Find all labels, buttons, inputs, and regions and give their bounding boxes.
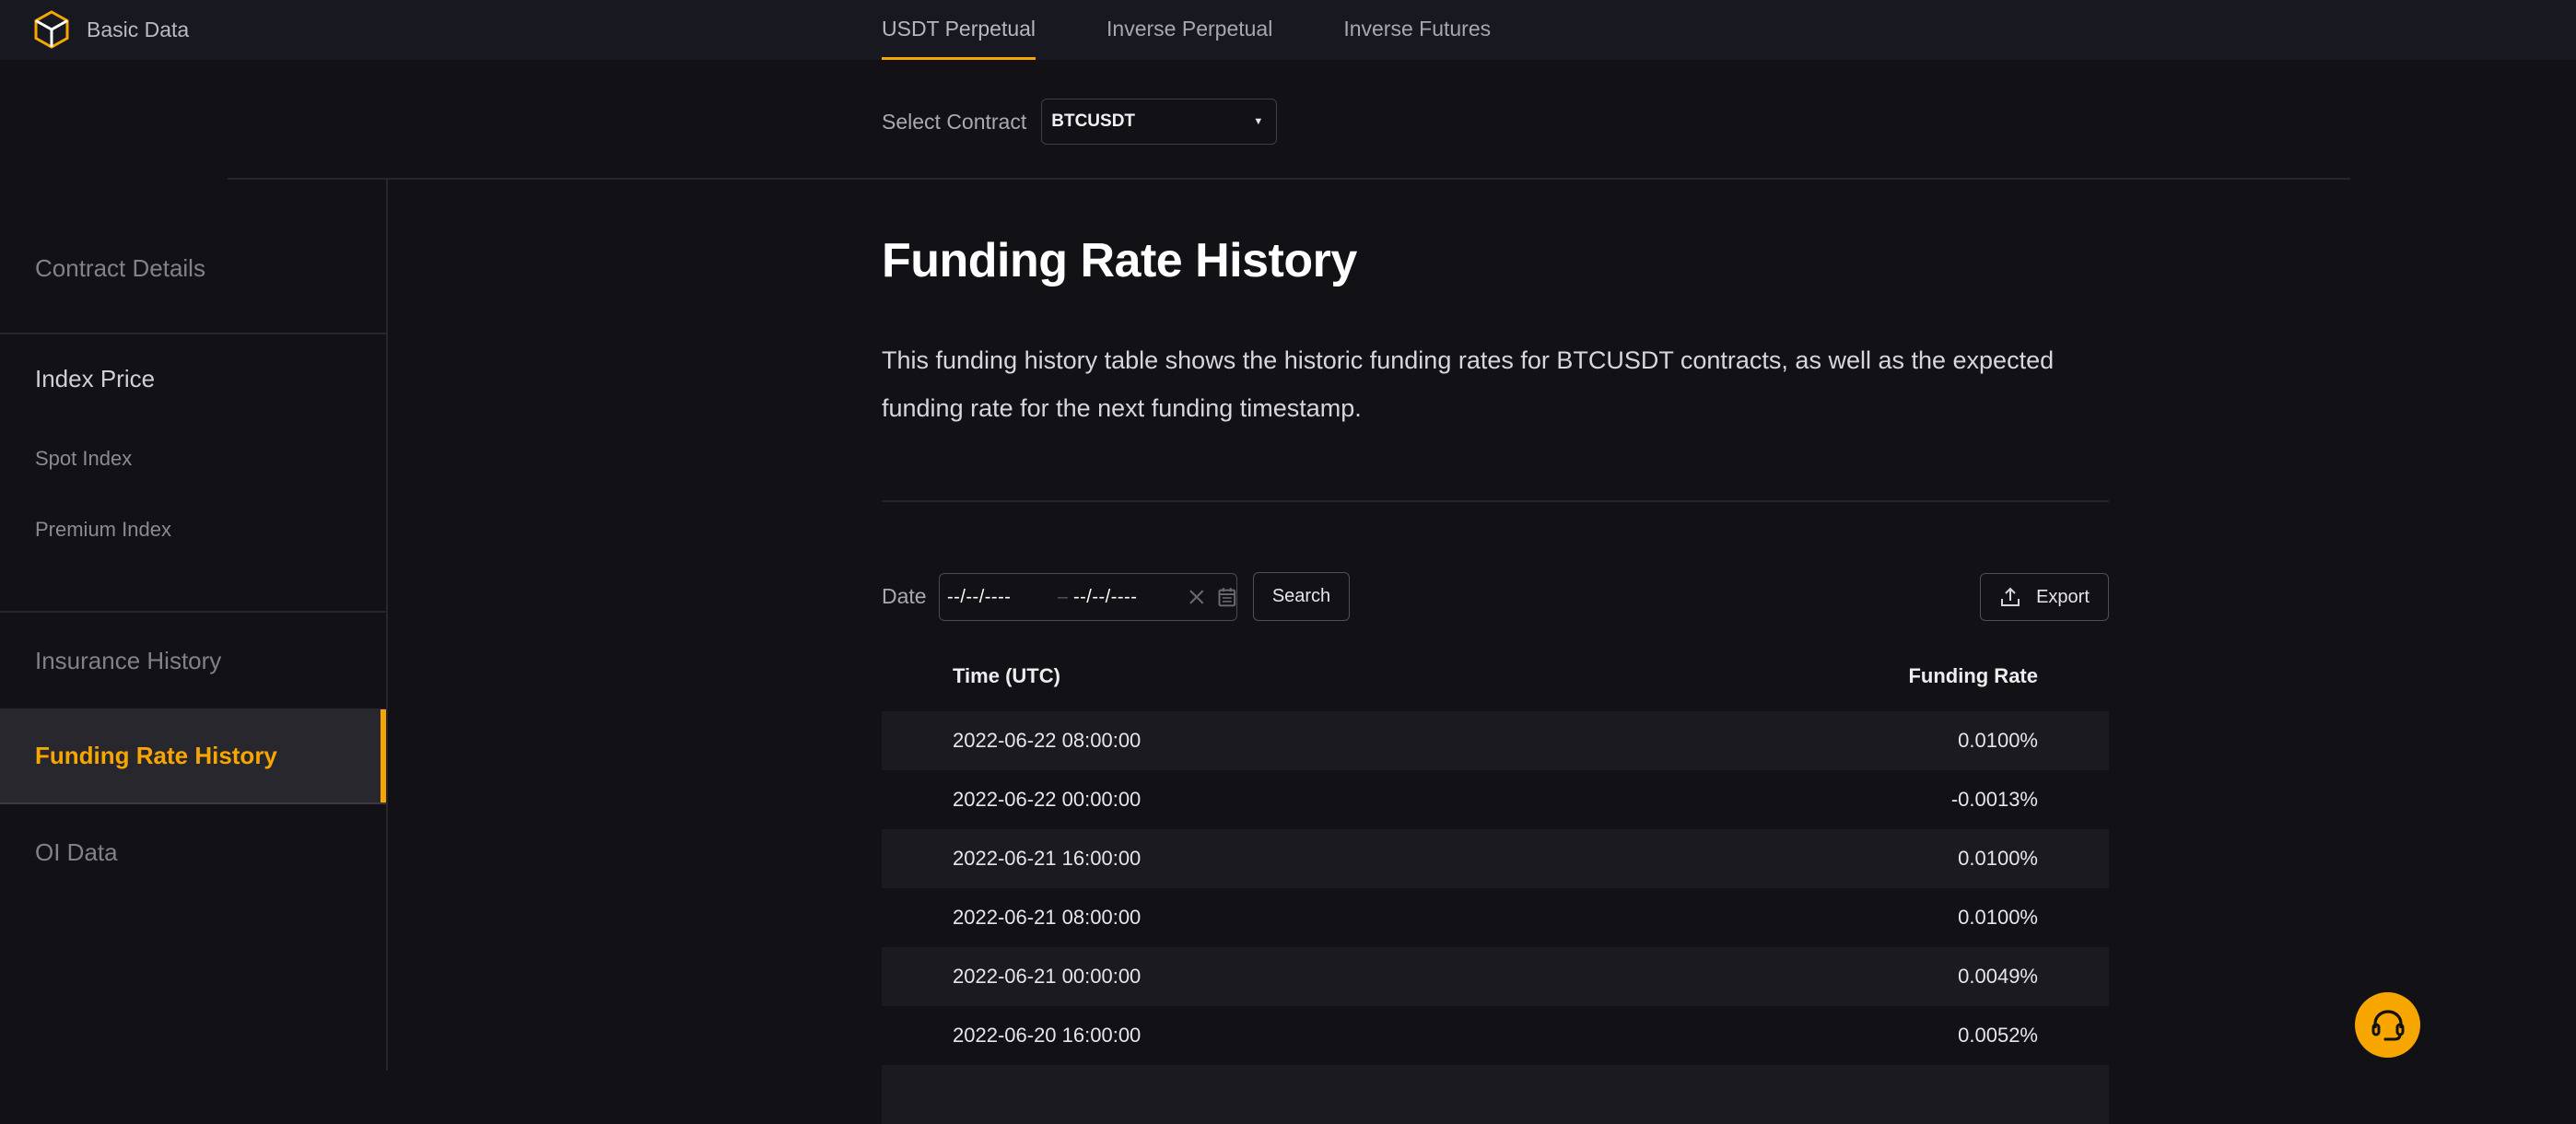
- brand-label: Basic Data: [87, 17, 190, 41]
- caret-down-icon: ▼: [1253, 116, 1264, 127]
- upload-icon: [2001, 587, 2020, 606]
- contract-selector-row: Select Contract BTCUSDT ▼: [882, 99, 1278, 145]
- table-row: 2022-06-20 16:00:00 0.0052%: [882, 1006, 2109, 1065]
- table-header: Time (UTC) Funding Rate: [882, 640, 2109, 711]
- table-row: 2022-06-21 16:00:00 0.0100%: [882, 829, 2109, 888]
- cell-time: 2022-06-21 08:00:00: [953, 906, 1142, 929]
- tab-inverse-perpetual[interactable]: Inverse Perpetual: [1107, 0, 1272, 60]
- headset-icon: [2371, 1009, 2404, 1040]
- cube-logo-icon: [34, 10, 69, 49]
- top-bar: Basic Data USDT Perpetual Inverse Perpet…: [0, 0, 2576, 60]
- tab-inverse-futures[interactable]: Inverse Futures: [1343, 0, 1491, 60]
- cell-funding-rate: 0.0100%: [1958, 729, 2038, 752]
- contract-select-value: BTCUSDT: [1051, 111, 1136, 131]
- cell-time: 2022-06-21 16:00:00: [953, 847, 1142, 870]
- sidebar-item-insurance-history[interactable]: Insurance History: [0, 613, 386, 708]
- table-row: 2022-06-22 08:00:00 0.0100%: [882, 711, 2109, 770]
- filter-row: Date --/--/---- – --/--/---- Search Expo…: [882, 571, 2109, 621]
- cell-time: 2022-06-22 00:00:00: [953, 788, 1142, 811]
- cell-time: 2022-06-22 08:00:00: [953, 729, 1142, 752]
- page-title: Funding Rate History: [882, 234, 1357, 287]
- sidebar-item-oi-data[interactable]: OI Data: [0, 804, 386, 900]
- end-date-input[interactable]: --/--/----: [1073, 587, 1180, 608]
- search-button[interactable]: Search: [1253, 572, 1350, 621]
- export-button[interactable]: Export: [1980, 573, 2109, 621]
- sidebar-item-premium-index[interactable]: Premium Index: [0, 494, 386, 565]
- cell-time: 2022-06-21 00:00:00: [953, 965, 1142, 988]
- column-header-time: Time (UTC): [953, 663, 1060, 687]
- table-row: [882, 1065, 2109, 1124]
- cell-time: 2022-06-20 16:00:00: [953, 1024, 1142, 1047]
- sidebar-group-contract: Contract Details: [0, 180, 386, 334]
- date-separator: –: [1057, 586, 1068, 607]
- export-label: Export: [2036, 586, 2090, 607]
- contract-select[interactable]: BTCUSDT ▼: [1041, 99, 1278, 145]
- sidebar: Contract Details Index Price Spot Index …: [0, 180, 388, 1071]
- sidebar-item-contract-details[interactable]: Contract Details: [0, 180, 386, 333]
- table-body: 2022-06-22 08:00:00 0.0100% 2022-06-22 0…: [882, 711, 2109, 1124]
- column-header-funding-rate: Funding Rate: [1908, 663, 2038, 687]
- sidebar-item-spot-index[interactable]: Spot Index: [0, 423, 386, 494]
- clear-icon[interactable]: [1188, 588, 1206, 606]
- sidebar-item-index-price[interactable]: Index Price: [0, 334, 386, 423]
- cell-funding-rate: 0.0049%: [1958, 965, 2038, 988]
- sidebar-item-funding-rate-history[interactable]: Funding Rate History: [0, 708, 386, 804]
- cell-funding-rate: 0.0052%: [1958, 1024, 2038, 1047]
- date-label: Date: [882, 584, 927, 608]
- start-date-input[interactable]: --/--/----: [947, 587, 1052, 608]
- funding-rate-table: Time (UTC) Funding Rate 2022-06-22 08:00…: [882, 640, 2109, 1124]
- table-row: 2022-06-21 08:00:00 0.0100%: [882, 888, 2109, 947]
- section-divider: [228, 178, 2350, 180]
- contract-label: Select Contract: [882, 109, 1027, 134]
- calendar-icon[interactable]: [1218, 587, 1236, 607]
- table-row: 2022-06-22 00:00:00 -0.0013%: [882, 770, 2109, 829]
- cell-funding-rate: 0.0100%: [1958, 906, 2038, 929]
- support-button[interactable]: [2355, 992, 2420, 1058]
- brand[interactable]: Basic Data: [33, 9, 189, 50]
- tab-usdt-perpetual[interactable]: USDT Perpetual: [882, 0, 1036, 60]
- date-range-picker[interactable]: --/--/---- – --/--/----: [939, 573, 1237, 621]
- page-description: This funding history table shows the his…: [882, 346, 2055, 422]
- sidebar-group-index: Index Price Spot Index Premium Index: [0, 334, 386, 613]
- cell-funding-rate: 0.0100%: [1958, 847, 2038, 870]
- cell-funding-rate: -0.0013%: [1950, 788, 2038, 811]
- content-divider: [882, 500, 2109, 502]
- table-row: 2022-06-21 00:00:00 0.0049%: [882, 947, 2109, 1006]
- market-tabs: USDT Perpetual Inverse Perpetual Inverse…: [882, 0, 1562, 60]
